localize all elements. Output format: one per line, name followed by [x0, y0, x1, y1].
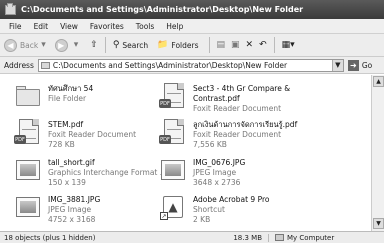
menu-file[interactable]: File [9, 22, 22, 31]
vertical-scrollbar[interactable]: ▲ ▼ [371, 75, 384, 231]
computer-icon [275, 234, 284, 241]
list-item[interactable]: IMG_0676.JPG JPEG Image 3648 x 2736 [155, 155, 335, 191]
delete-icon[interactable]: ✕ [246, 40, 254, 50]
file-name: STEM.pdf [48, 120, 84, 129]
menu-favorites[interactable]: Favorites [90, 22, 124, 31]
file-size: 728 KB [48, 140, 75, 149]
address-field[interactable]: C:\Documents and Settings\Administrator\… [37, 58, 344, 72]
chevron-down-icon[interactable]: ▼ [331, 59, 343, 71]
file-type: Graphics Interchange Format ... [48, 168, 167, 177]
folder-icon [40, 61, 50, 69]
file-dimensions: 150 x 139 [48, 178, 86, 187]
address-bar: Address C:\Documents and Settings\Admini… [0, 56, 384, 74]
forward-button[interactable]: ▶ ▾ [54, 38, 82, 52]
menu-edit[interactable]: Edit [34, 22, 49, 31]
menu-help[interactable]: Help [166, 22, 183, 31]
search-icon: ⚲ [112, 40, 120, 50]
views-icon[interactable]: ▦▾ [282, 40, 295, 50]
folders-icon: 📁 [157, 40, 169, 50]
shortcut-icon: ▲ ↗ [155, 192, 189, 224]
go-button[interactable]: ➜ Go [347, 59, 373, 71]
back-button[interactable]: ◀ Back ▾ [4, 38, 49, 52]
forward-arrow-icon: ▶ [54, 38, 68, 52]
window-title: C:\Documents and Settings\Administrator\… [21, 5, 304, 14]
image-icon [155, 155, 189, 187]
chevron-down-icon: ▾ [73, 40, 79, 50]
file-type: JPEG Image [193, 168, 237, 177]
go-arrow-icon: ➜ [347, 59, 359, 71]
folder-icon [5, 2, 16, 15]
file-name: IMG_0676.JPG [193, 158, 246, 167]
file-type: Shortcut [193, 205, 225, 214]
file-name: ลูกเงินด้านการจัดการเรียนรู้.pdf [193, 120, 298, 129]
chevron-down-icon: ▾ [41, 40, 46, 50]
scroll-up-icon[interactable]: ▲ [373, 76, 384, 87]
status-size: 18.3 MB [219, 233, 269, 242]
file-size: 7,556 KB [193, 140, 227, 149]
file-name: tall_short.gif [48, 158, 95, 167]
folders-button[interactable]: 📁 Folders [154, 40, 198, 50]
file-name: Sect3 - 4th Gr Compare & [193, 84, 291, 93]
toolbar-separator [104, 37, 106, 53]
file-name: IMG_3881.JPG [48, 195, 101, 204]
menu-bar: File Edit View Favorites Tools Help [0, 19, 384, 33]
menu-view[interactable]: View [60, 22, 78, 31]
go-label: Go [361, 60, 373, 70]
file-type: File Folder [48, 94, 87, 103]
toolbar-separator [273, 37, 275, 53]
folder-icon [10, 81, 44, 113]
list-item[interactable]: PDF ลูกเงินด้านการจัดการเรียนรู้.pdf Fox… [155, 117, 335, 153]
toolbar-separator [208, 37, 210, 53]
search-label: Search [122, 40, 149, 50]
image-icon [10, 192, 44, 224]
file-name: ทัศนศึกษา 54 [48, 84, 94, 93]
status-bar: 18 objects (plus 1 hidden) 18.3 MB My Co… [0, 231, 384, 243]
file-list: ทัศนศึกษา 54 File Folder PDF Sect3 - 4th… [0, 75, 371, 231]
file-type: JPEG Image [48, 205, 92, 214]
list-item[interactable]: ▲ ↗ Adobe Acrobat 9 Pro Shortcut 2 KB [155, 192, 335, 228]
file-dimensions: 4752 x 3168 [48, 215, 96, 224]
address-value: C:\Documents and Settings\Administrator\… [52, 60, 288, 70]
scroll-down-icon[interactable]: ▼ [373, 218, 384, 229]
file-size: 2 KB [193, 215, 211, 224]
image-icon [10, 155, 44, 187]
menu-tools[interactable]: Tools [136, 22, 154, 31]
up-folder-icon[interactable]: ⇧ [90, 40, 98, 50]
file-name-cont: Contrast.pdf [193, 94, 240, 103]
file-type: Foxit Reader Document [48, 130, 137, 139]
toolbar: ◀ Back ▾ ▶ ▾ ⇧ ⚲ Search 📁 Folders ▤ ▣ ✕ … [0, 33, 384, 56]
status-location-label: My Computer [287, 233, 335, 242]
pdf-icon: PDF [155, 117, 189, 149]
move-to-icon[interactable]: ▤ [217, 40, 226, 50]
title-bar: C:\Documents and Settings\Administrator\… [0, 0, 384, 19]
address-label: Address [4, 60, 34, 70]
folders-label: Folders [171, 40, 199, 50]
file-dimensions: 3648 x 2736 [193, 178, 241, 187]
copy-to-icon[interactable]: ▣ [231, 40, 240, 50]
list-item[interactable]: PDF Sect3 - 4th Gr Compare & Contrast.pd… [155, 81, 335, 117]
pdf-icon: PDF [155, 81, 189, 113]
file-type: Foxit Reader Document [193, 130, 282, 139]
file-type: Foxit Reader Document [193, 104, 282, 113]
search-button[interactable]: ⚲ Search [110, 40, 148, 50]
file-name: Adobe Acrobat 9 Pro [193, 195, 270, 204]
back-arrow-icon: ◀ [4, 38, 17, 52]
pdf-icon: PDF [10, 117, 44, 149]
status-object-count: 18 objects (plus 1 hidden) [4, 233, 96, 242]
undo-icon[interactable]: ↶ [259, 40, 267, 50]
back-label: Back [20, 40, 39, 50]
status-location: My Computer [275, 234, 334, 242]
